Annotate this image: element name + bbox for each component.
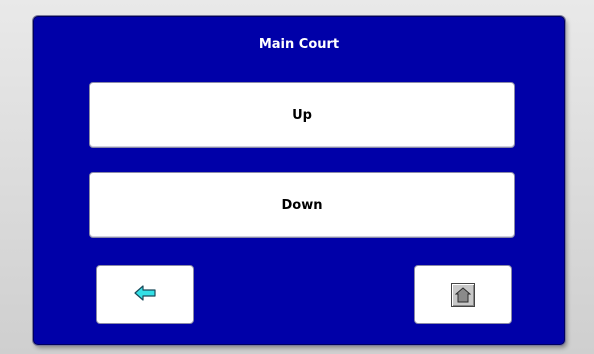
home-button[interactable]	[414, 265, 512, 324]
window-frame: Main Court Up Down	[0, 0, 594, 354]
up-button-label: Up	[292, 107, 312, 123]
down-button-label: Down	[281, 197, 323, 213]
main-panel: Main Court Up Down	[33, 16, 565, 345]
panel-title: Main Court	[258, 37, 340, 52]
up-button[interactable]: Up	[89, 82, 515, 148]
left-arrow-icon	[134, 284, 156, 305]
home-icon	[451, 282, 475, 307]
down-button[interactable]: Down	[89, 172, 515, 238]
back-button[interactable]	[96, 265, 194, 324]
